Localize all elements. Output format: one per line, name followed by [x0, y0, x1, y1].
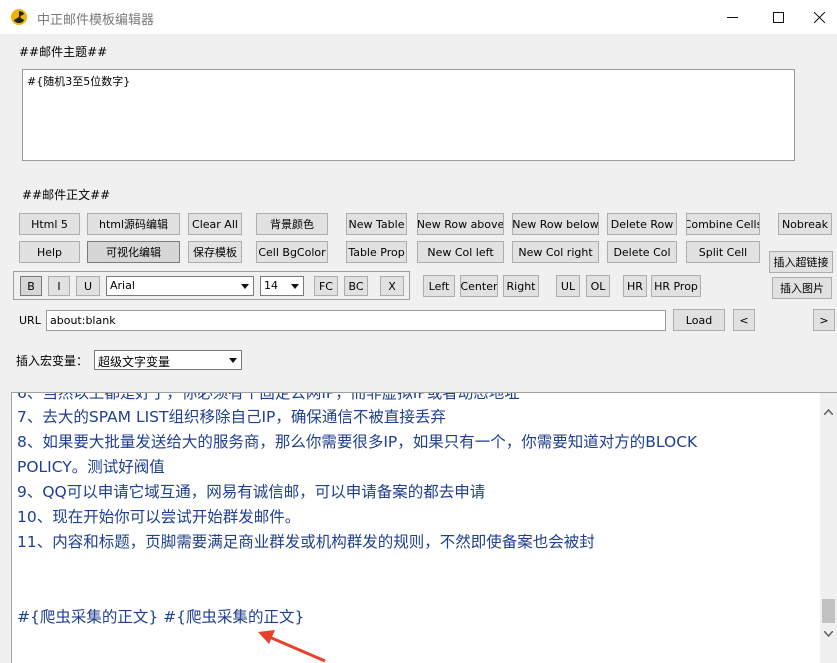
- url-label: URL: [19, 314, 41, 327]
- align-right-button[interactable]: Right: [503, 275, 539, 297]
- editor-line: 7、去大的SPAM LIST组织移除自己IP，确保通信不被直接丢弃: [17, 408, 446, 426]
- close-button[interactable]: [801, 0, 837, 34]
- url-value: about:blank: [50, 314, 116, 327]
- macro-label: 插入宏变量：: [16, 354, 89, 368]
- subject-field[interactable]: #{随机3至5位数字}: [22, 69, 795, 161]
- background-color-button[interactable]: 背景颜色: [256, 213, 328, 235]
- title-bar: 中正邮件模板编辑器: [0, 0, 837, 34]
- font-select[interactable]: Arial: [106, 276, 254, 296]
- load-button[interactable]: Load: [673, 309, 725, 331]
- help-button[interactable]: Help: [19, 241, 80, 263]
- insert-image-button[interactable]: 插入图片: [772, 277, 832, 299]
- macro-value: 超级文字变量: [98, 355, 171, 369]
- html-source-edit-button[interactable]: html源码编辑: [87, 213, 180, 235]
- maximize-icon: [772, 11, 784, 23]
- minimize-button[interactable]: [709, 0, 755, 34]
- html5-button[interactable]: Html 5: [19, 213, 80, 235]
- chevron-down-icon: [237, 278, 252, 294]
- body-label: ##邮件正文##: [22, 188, 111, 202]
- maximize-button[interactable]: [755, 0, 801, 34]
- font-value: Arial: [110, 279, 135, 292]
- editor-line: POLICY。测试好阀值: [17, 458, 165, 476]
- minimize-icon: [726, 16, 738, 18]
- delete-row-button[interactable]: Delete Row: [607, 213, 677, 235]
- new-row-above-button[interactable]: New Row above: [417, 213, 504, 235]
- underline-button[interactable]: U: [76, 276, 100, 296]
- editor-line-partial: 6、当然以上都是好了，你必须有个固定公网IP，而非虚拟IP或者动态地址: [17, 392, 520, 402]
- insert-hyperlink-button[interactable]: 插入超链接: [769, 251, 833, 273]
- format-toolbar: B I U Arial 14 FC BC X: [13, 271, 410, 300]
- ordered-list-button[interactable]: OL: [586, 275, 610, 297]
- editor-line: 10、现在开始你可以尝试开始群发邮件。: [17, 508, 301, 526]
- align-center-button[interactable]: Center: [460, 275, 498, 297]
- editor-scrollbar[interactable]: [820, 393, 837, 663]
- save-template-button[interactable]: 保存模板: [188, 241, 242, 263]
- editor-line: 8、如果要大批量发送给大的服务商，那么你需要很多IP，如果只有一个，你需要知道对…: [17, 433, 698, 451]
- url-input[interactable]: about:blank: [46, 310, 666, 331]
- bold-button[interactable]: B: [20, 276, 42, 296]
- remove-format-button[interactable]: X: [380, 276, 404, 296]
- editor-line: 11、内容和标题，页脚需要满足商业群发或机构群发的规则，不然即使备案也会被封: [17, 533, 595, 551]
- subject-text: #{随机3至5位数字}: [27, 75, 131, 88]
- macro-select[interactable]: 超级文字变量: [94, 350, 242, 370]
- cell-bgcolor-button[interactable]: Cell BgColor: [256, 241, 328, 263]
- chevron-down-icon: [225, 352, 240, 368]
- chevron-down-icon: [287, 278, 302, 294]
- visual-edit-button[interactable]: 可视化编辑: [87, 241, 180, 263]
- new-col-left-button[interactable]: New Col left: [417, 241, 504, 263]
- delete-col-button[interactable]: Delete Col: [607, 241, 677, 263]
- back-color-button[interactable]: BC: [344, 276, 368, 296]
- window-title: 中正邮件模板编辑器: [37, 13, 155, 28]
- subject-label: ##邮件主题##: [19, 45, 108, 59]
- scroll-down-icon[interactable]: [824, 631, 833, 637]
- split-cell-button[interactable]: Split Cell: [686, 241, 760, 263]
- radiation-app-icon: [11, 9, 27, 25]
- combine-cells-button[interactable]: Combine Cells: [686, 213, 760, 235]
- font-size-select[interactable]: 14: [260, 276, 304, 296]
- annotation-arrow-icon: [258, 630, 326, 663]
- scrollbar-thumb[interactable]: [822, 599, 835, 623]
- font-color-button[interactable]: FC: [314, 276, 338, 296]
- editor-footer-line: #{爬虫采集的正文} #{爬虫采集的正文}: [17, 608, 305, 626]
- clear-all-button[interactable]: Clear All: [188, 213, 242, 235]
- new-col-right-button[interactable]: New Col right: [512, 241, 599, 263]
- font-size-value: 14: [264, 279, 278, 292]
- forward-button[interactable]: >: [813, 309, 835, 331]
- align-left-button[interactable]: Left: [423, 275, 455, 297]
- new-row-below-button[interactable]: New Row below: [512, 213, 599, 235]
- html-editor[interactable]: 6、当然以上都是好了，你必须有个固定公网IP，而非虚拟IP或者动态地址 7、去大…: [11, 392, 837, 663]
- close-icon: [813, 11, 825, 23]
- table-prop-button[interactable]: Table Prop: [346, 241, 407, 263]
- italic-button[interactable]: I: [48, 276, 70, 296]
- nobreak-button[interactable]: Nobreak: [778, 213, 832, 235]
- scroll-up-icon[interactable]: [824, 409, 833, 415]
- new-table-button[interactable]: New Table: [346, 213, 407, 235]
- hr-prop-button[interactable]: HR Prop: [651, 275, 701, 297]
- editor-line: 9、QQ可以申请它域互通，网易有诚信邮，可以申请备案的都去申请: [17, 483, 486, 501]
- horizontal-rule-button[interactable]: HR: [623, 275, 647, 297]
- back-button[interactable]: <: [733, 309, 755, 331]
- unordered-list-button[interactable]: UL: [556, 275, 580, 297]
